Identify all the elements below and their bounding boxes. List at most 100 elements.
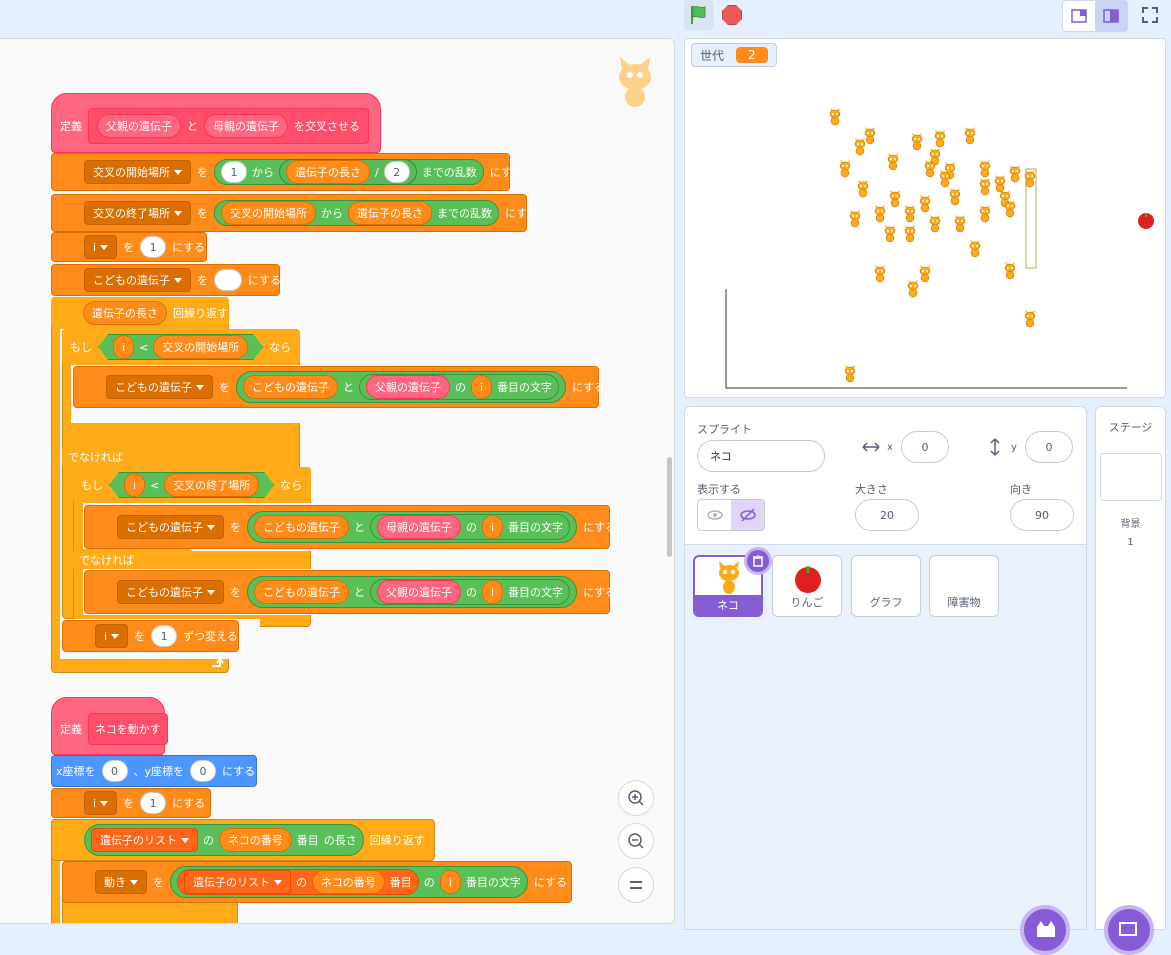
set-move-block[interactable]: 動き を 遺伝子のリスト の ネコの番号 番目 の i 番目の文字 にする — [62, 861, 572, 903]
cat-number-reporter[interactable]: ネコの番号 — [312, 870, 385, 894]
variable-dropdown[interactable]: こどもの遺伝子 — [117, 515, 224, 539]
sprite-name-input[interactable]: ネコ — [697, 440, 825, 472]
param-father-gene[interactable]: 父親の遺伝子 — [97, 114, 181, 138]
direction-input[interactable]: 90 — [1010, 499, 1074, 531]
if-header-2[interactable]: もし i < 交叉の終了場所 なら — [73, 467, 311, 503]
delete-sprite-button[interactable] — [744, 547, 772, 575]
sprite-tile-graph[interactable]: グラフ — [851, 555, 921, 617]
code-workspace[interactable]: 定義 父親の遺伝子 と 母親の遺伝子 を交叉させる 交叉の開始場所 を 1 から… — [0, 38, 675, 924]
set-child-from-mother-block[interactable]: こどもの遺伝子 を こどもの遺伝子 と 母親の遺伝子 の i 番目の文字 にする — [84, 505, 616, 549]
number-input[interactable]: 2 — [383, 161, 410, 183]
apple-sprite[interactable] — [1136, 210, 1156, 230]
goto-xy-block[interactable]: x座標を 0 、y座標を 0 にする — [51, 755, 257, 787]
random-operator[interactable]: 1 から 遺伝子の長さ / 2 までの乱数 — [214, 159, 484, 185]
repeat-header[interactable]: 遺伝子の長さ 回繰り返す — [51, 297, 229, 329]
sprite-tile-apple[interactable]: りんご — [772, 555, 842, 617]
letter-of-operator[interactable]: 遺伝子のリスト の ネコの番号 番目 の i 番目の文字 — [170, 866, 528, 898]
variable-dropdown[interactable]: i — [95, 624, 129, 648]
crossover-end-reporter[interactable]: 交叉の終了場所 — [164, 473, 259, 497]
mother-gene-reporter[interactable]: 母親の遺伝子 — [377, 515, 461, 539]
set-i-block[interactable]: i を 1 にする — [51, 232, 207, 262]
stop-button[interactable] — [717, 0, 747, 30]
less-than-operator[interactable]: i < 交叉の終了場所 — [109, 472, 274, 498]
param-mother-gene[interactable]: 母親の遺伝子 — [204, 114, 288, 138]
variable-dropdown[interactable]: 交叉の開始場所 — [84, 160, 191, 184]
variable-dropdown[interactable]: こどもの遺伝子 — [84, 268, 191, 292]
small-stage-button[interactable] — [1063, 1, 1095, 31]
y-input[interactable]: 0 — [190, 760, 217, 782]
variable-dropdown[interactable]: i — [84, 791, 118, 815]
list-dropdown[interactable]: 遺伝子のリスト — [184, 870, 291, 894]
letter-of-operator[interactable]: 母親の遺伝子 の i 番目の文字 — [370, 514, 571, 540]
zoom-in-button[interactable] — [618, 780, 654, 816]
change-i-block[interactable]: i を 1 ずつ変える — [62, 620, 239, 652]
random-operator[interactable]: 交叉の開始場所 から 遺伝子の長さ までの乱数 — [214, 200, 499, 226]
cat-number-reporter[interactable]: ネコの番号 — [219, 828, 292, 852]
crossover-start-reporter[interactable]: 交叉の開始場所 — [153, 335, 248, 359]
show-button[interactable] — [698, 500, 731, 530]
sprite-tile-obstacle[interactable]: 障害物 — [929, 555, 999, 617]
length-of-item-operator[interactable]: 遺伝子のリスト の ネコの番号 番目 の長さ — [84, 824, 364, 856]
gene-length-reporter[interactable]: 遺伝子の長さ — [348, 201, 432, 225]
join-operator[interactable]: こどもの遺伝子 と 父親の遺伝子 の i 番目の文字 — [247, 576, 578, 608]
define-crossover-block[interactable]: 定義 父親の遺伝子 と 母親の遺伝子 を交叉させる — [51, 93, 381, 153]
number-input[interactable]: 1 — [221, 161, 247, 183]
less-than-operator[interactable]: i < 交叉の開始場所 — [98, 334, 263, 360]
variable-dropdown[interactable]: こどもの遺伝子 — [117, 580, 224, 604]
green-flag-button[interactable] — [684, 0, 714, 30]
zoom-out-button[interactable] — [618, 823, 654, 859]
join-operator[interactable]: こどもの遺伝子 と 父親の遺伝子 の i 番目の文字 — [236, 371, 567, 403]
stage-target-pane[interactable]: ステージ 背景 1 — [1095, 406, 1166, 930]
fullscreen-button[interactable] — [1135, 0, 1165, 30]
vertical-scrollbar[interactable] — [667, 457, 672, 557]
size-input[interactable]: 20 — [855, 499, 919, 531]
text-input[interactable] — [214, 269, 242, 291]
set-child-from-father-block-2[interactable]: こどもの遺伝子 を こどもの遺伝子 と 父親の遺伝子 の i 番目の文字 にする — [84, 570, 616, 614]
letter-of-operator[interactable]: 父親の遺伝子 の i 番目の文字 — [359, 374, 560, 400]
stage[interactable]: 世代 2 — [684, 38, 1166, 398]
choose-sprite-button[interactable] — [1020, 905, 1070, 955]
variable-dropdown[interactable]: 交叉の終了場所 — [84, 201, 191, 225]
large-stage-button[interactable] — [1095, 1, 1127, 31]
divide-operator[interactable]: 遺伝子の長さ / 2 — [279, 159, 417, 185]
father-gene-reporter[interactable]: 父親の遺伝子 — [366, 375, 450, 399]
variable-dropdown[interactable]: 動き — [95, 870, 147, 894]
repeat-header-2[interactable]: 遺伝子のリスト の ネコの番号 番目 の長さ 回繰り返す — [51, 819, 435, 861]
i-reporter[interactable]: i — [482, 515, 504, 539]
list-dropdown[interactable]: 遺伝子のリスト — [91, 828, 198, 852]
set-child-gene-block[interactable]: こどもの遺伝子 を にする — [51, 264, 281, 296]
i-reporter[interactable]: i — [124, 473, 145, 497]
join-operator[interactable]: こどもの遺伝子 と 母親の遺伝子 の i 番目の文字 — [247, 511, 578, 543]
x-input[interactable]: 0 — [901, 431, 949, 463]
i-reporter[interactable]: i — [471, 375, 493, 399]
child-gene-reporter[interactable]: こどもの遺伝子 — [254, 515, 349, 539]
gene-length-reporter[interactable]: 遺伝子の長さ — [286, 160, 370, 184]
number-input[interactable]: 1 — [151, 625, 178, 647]
i-reporter[interactable]: i — [482, 580, 504, 604]
number-input[interactable]: 1 — [140, 792, 167, 814]
crossover-start-reporter[interactable]: 交叉の開始場所 — [221, 201, 316, 225]
letter-of-operator[interactable]: 父親の遺伝子 の i 番目の文字 — [370, 579, 571, 605]
father-gene-reporter[interactable]: 父親の遺伝子 — [377, 580, 461, 604]
child-gene-reporter[interactable]: こどもの遺伝子 — [243, 375, 338, 399]
variable-dropdown[interactable]: i — [84, 235, 118, 259]
child-gene-reporter[interactable]: こどもの遺伝子 — [254, 580, 349, 604]
hide-button[interactable] — [731, 500, 764, 530]
item-of-list-operator[interactable]: 遺伝子のリスト の ネコの番号 番目 — [177, 869, 419, 895]
gene-length-reporter[interactable]: 遺伝子の長さ — [83, 301, 167, 325]
variable-dropdown[interactable]: こどもの遺伝子 — [106, 375, 213, 399]
define-move-cat-block[interactable]: 定義 ネコを動かす — [51, 697, 168, 755]
i-reporter[interactable]: i — [113, 335, 134, 359]
set-crossover-end-block[interactable]: 交叉の終了場所 を 交叉の開始場所 から 遺伝子の長さ までの乱数 にする — [51, 194, 538, 232]
backdrop-thumbnail[interactable] — [1100, 453, 1162, 501]
choose-backdrop-button[interactable] — [1104, 905, 1154, 955]
if-header-1[interactable]: もし i < 交叉の開始場所 なら — [62, 329, 300, 365]
set-crossover-start-block[interactable]: 交叉の開始場所 を 1 から 遺伝子の長さ / 2 までの乱数 にする — [51, 153, 523, 191]
i-reporter[interactable]: i — [439, 870, 461, 894]
set-i-block-2[interactable]: i を 1 にする — [51, 788, 211, 818]
x-input[interactable]: 0 — [101, 760, 128, 782]
y-input[interactable]: 0 — [1025, 431, 1073, 463]
set-child-from-father-block[interactable]: こどもの遺伝子 を こどもの遺伝子 と 父親の遺伝子 の i 番目の文字 にする — [73, 366, 605, 408]
number-input[interactable]: 1 — [140, 236, 167, 258]
zoom-reset-button[interactable] — [618, 867, 654, 903]
